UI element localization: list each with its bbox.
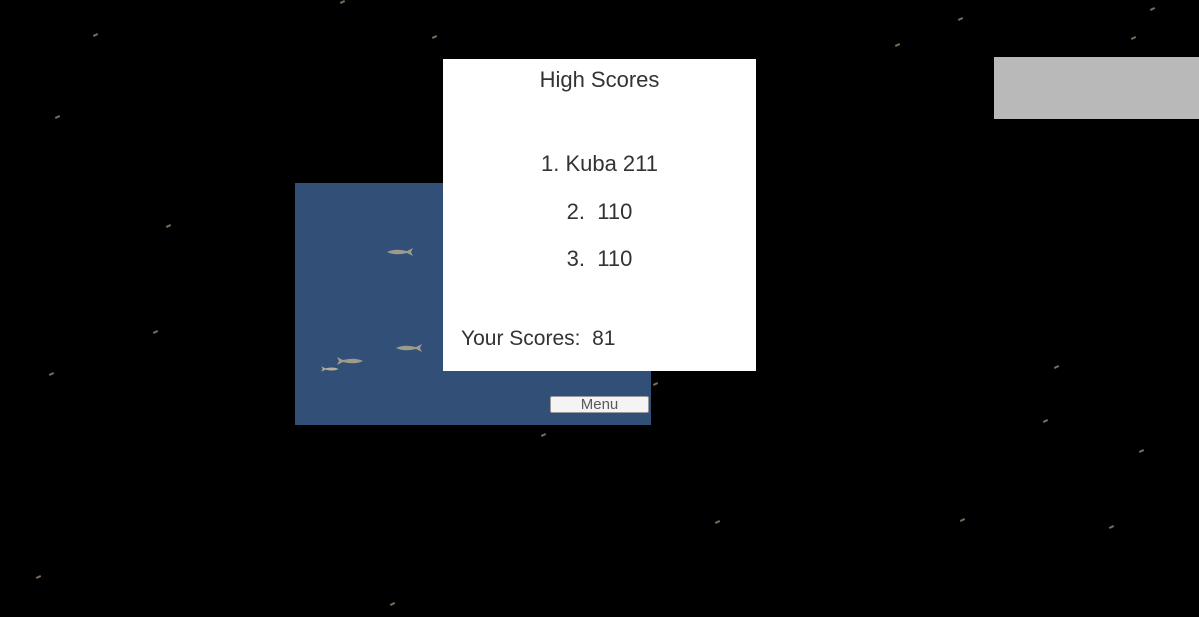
high-scores-title: High Scores — [539, 67, 660, 92]
fish-icon — [396, 344, 422, 352]
debris-speck — [1138, 449, 1145, 453]
high-score-entry: 3. 110 — [566, 246, 633, 271]
debris-speck — [152, 330, 159, 334]
high-score-entry: 2. 110 — [566, 199, 633, 224]
debris-speck — [714, 520, 721, 524]
fish-icon — [387, 248, 413, 256]
debris-speck — [1042, 419, 1049, 423]
debris-speck — [1053, 365, 1060, 369]
debris-speck — [652, 382, 659, 386]
debris-speck — [165, 224, 172, 228]
debris-speck — [92, 33, 99, 37]
debris-speck — [1130, 36, 1137, 40]
debris-speck — [54, 115, 61, 119]
debris-speck — [431, 35, 438, 39]
debris-speck — [48, 372, 55, 376]
debris-speck — [959, 518, 966, 522]
fish-icon — [321, 366, 339, 372]
high-score-entry: 1. Kuba 211 — [540, 151, 659, 176]
debris-speck — [540, 433, 547, 437]
menu-button[interactable]: Menu — [550, 396, 649, 413]
corner-panel — [994, 57, 1199, 119]
debris-speck — [339, 0, 346, 4]
debris-speck — [957, 17, 964, 21]
debris-speck — [1149, 7, 1156, 11]
debris-speck — [35, 575, 42, 579]
high-scores-panel: High Scores 1. Kuba 211 2. 110 3. 110 Yo… — [443, 59, 756, 371]
debris-speck — [389, 602, 396, 606]
debris-speck — [894, 43, 901, 47]
your-score-label: Your Scores: 81 — [461, 327, 616, 350]
debris-speck — [1108, 525, 1115, 529]
